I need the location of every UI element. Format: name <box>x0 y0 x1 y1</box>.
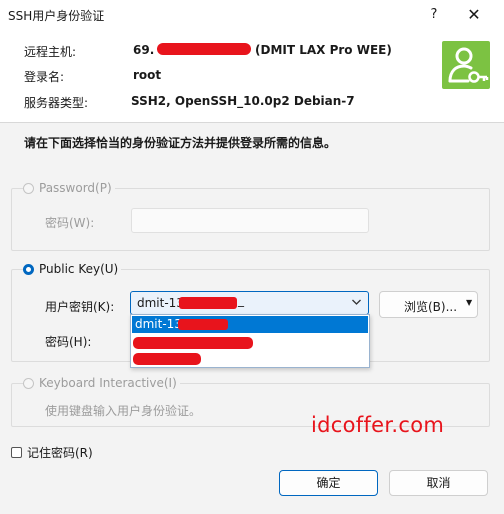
user-key-dropdown-list: dmit-13 <box>130 314 370 368</box>
browse-button-label: 浏览(B)... <box>404 300 458 314</box>
keyboard-interactive-description: 使用键盘输入用户身份验证。 <box>45 404 202 418</box>
caret-down-icon: ▼ <box>466 298 473 307</box>
password-radio-label: Password(P) <box>39 181 112 195</box>
keyboard-interactive-radio[interactable]: Keyboard Interactive(I) <box>23 376 180 390</box>
key-name-redaction <box>179 297 237 309</box>
ok-button[interactable]: 确定 <box>279 470 378 496</box>
keyboard-interactive-label: Keyboard Interactive(I) <box>39 376 177 390</box>
passphrase-label: 密码(H): <box>45 335 92 349</box>
server-type-label: 服务器类型: <box>24 96 89 110</box>
watermark-text: idcoffer.com <box>311 413 445 437</box>
chevron-down-icon[interactable] <box>351 295 362 312</box>
remember-password-checkbox[interactable]: 记住密码(R) <box>11 444 93 461</box>
instruction-text: 请在下面选择恰当的身份验证方法并提供登录所需的信息。 <box>24 136 337 150</box>
password-radio-indicator[interactable] <box>23 182 34 194</box>
dropdown-item-1-label: dmit-13 <box>135 317 182 331</box>
user-key-selected-value: dmit-13 <box>137 296 184 310</box>
server-type-value: SSH2, OpenSSH_10.0p2 Debian-7 <box>131 94 355 108</box>
public-key-radio-label: Public Key(U) <box>39 262 119 276</box>
login-name-label: 登录名: <box>24 70 65 84</box>
title-bar: SSH用户身份验证 ? ✕ <box>0 0 504 30</box>
public-key-radio-indicator[interactable] <box>23 263 34 275</box>
password-input[interactable] <box>131 208 369 233</box>
dropdown-item-3-redaction <box>133 353 201 365</box>
user-key-icon <box>442 41 490 89</box>
remote-host-label: 远程主机: <box>24 45 77 59</box>
dropdown-item-1-redaction <box>178 319 228 330</box>
window-title: SSH用户身份验证 <box>8 9 105 23</box>
remote-host-name: (DMIT LAX Pro WEE) <box>255 43 392 57</box>
password-field-label: 密码(W): <box>45 216 95 230</box>
dropdown-item-2-redaction <box>133 337 253 349</box>
dropdown-item-1[interactable]: dmit-13 <box>132 316 368 333</box>
cancel-button[interactable]: 取消 <box>389 470 488 496</box>
user-key-selected-tail: _ <box>238 293 244 307</box>
public-key-radio[interactable]: Public Key(U) <box>23 262 122 276</box>
remember-checkbox-box[interactable] <box>11 447 22 458</box>
remote-host-prefix: 69. <box>133 43 155 57</box>
browse-button[interactable]: 浏览(B)... ▼ <box>379 291 478 318</box>
remember-checkbox-label: 记住密码(R) <box>27 446 93 460</box>
help-button[interactable]: ? <box>424 4 444 26</box>
keyboard-interactive-radio-indicator[interactable] <box>23 377 34 389</box>
host-redaction <box>157 43 251 55</box>
login-name-value: root <box>133 68 162 82</box>
close-button[interactable]: ✕ <box>460 4 488 26</box>
user-key-select[interactable]: dmit-13 _ <box>130 291 369 315</box>
user-key-label: 用户密钥(K): <box>45 300 115 314</box>
password-radio[interactable]: Password(P) <box>23 181 115 195</box>
